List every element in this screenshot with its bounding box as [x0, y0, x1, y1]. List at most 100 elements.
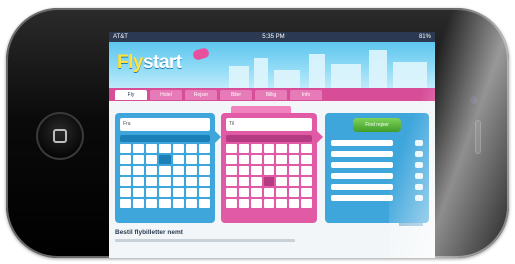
calendar-day[interactable] — [159, 166, 171, 175]
calendar-day[interactable] — [120, 199, 132, 208]
calendar-day[interactable] — [120, 177, 132, 186]
calendar-day[interactable] — [301, 166, 312, 175]
calendar-day[interactable] — [276, 144, 287, 153]
option-select[interactable] — [331, 140, 393, 146]
find-trips-button[interactable]: Find rejser — [353, 118, 401, 132]
option-select[interactable] — [331, 173, 393, 179]
calendar-day[interactable] — [251, 188, 262, 197]
calendar-day-selected[interactable] — [159, 155, 171, 164]
calendar-day[interactable] — [301, 177, 312, 186]
tab-biler[interactable]: Biler — [220, 89, 252, 100]
calendar-day[interactable] — [238, 166, 250, 175]
calendar-day[interactable] — [198, 155, 210, 164]
tab-info[interactable]: Info — [290, 89, 322, 100]
calendar-day[interactable] — [276, 177, 287, 186]
calendar-day[interactable] — [263, 199, 275, 208]
calendar-day[interactable] — [276, 155, 287, 164]
calendar-day[interactable] — [226, 144, 237, 153]
calendar-day[interactable] — [226, 188, 237, 197]
calendar-day[interactable] — [226, 199, 237, 208]
calendar-day[interactable] — [238, 177, 250, 186]
calendar-day[interactable] — [120, 166, 132, 175]
calendar-day[interactable] — [238, 199, 250, 208]
calendar-day[interactable] — [133, 155, 145, 164]
calendar-day[interactable] — [120, 144, 132, 153]
calendar-day[interactable] — [198, 199, 210, 208]
calendar-day[interactable] — [159, 144, 171, 153]
tab-billig[interactable]: Billig — [255, 89, 287, 100]
calendar-day[interactable] — [185, 199, 197, 208]
option-select[interactable] — [331, 195, 393, 201]
calendar-day[interactable] — [172, 188, 184, 197]
calendar-day[interactable] — [133, 166, 145, 175]
calendar-day[interactable] — [172, 155, 184, 164]
tab-rejser[interactable]: Rejser — [185, 89, 217, 100]
calendar-day[interactable] — [263, 155, 275, 164]
calendar-day[interactable] — [288, 155, 300, 164]
calendar-day[interactable] — [198, 166, 210, 175]
calendar-day[interactable] — [198, 188, 210, 197]
calendar-day[interactable] — [185, 144, 197, 153]
calendar-day[interactable] — [276, 188, 287, 197]
calendar-day[interactable] — [159, 177, 171, 186]
calendar-day[interactable] — [238, 144, 250, 153]
calendar-day[interactable] — [185, 188, 197, 197]
calendar-day[interactable] — [251, 155, 262, 164]
calendar-day[interactable] — [133, 177, 145, 186]
calendar-day[interactable] — [238, 188, 250, 197]
calendar-day[interactable] — [159, 199, 171, 208]
calendar-day[interactable] — [198, 144, 210, 153]
calendar-day[interactable] — [185, 177, 197, 186]
to-field[interactable]: Til — [226, 118, 312, 131]
calendar-day[interactable] — [172, 166, 184, 175]
calendar-day[interactable] — [263, 166, 275, 175]
calendar-day[interactable] — [288, 199, 300, 208]
calendar-day[interactable] — [198, 177, 210, 186]
tab-hotel[interactable]: Hotel — [150, 89, 182, 100]
calendar-day[interactable] — [251, 199, 262, 208]
calendar-day[interactable] — [276, 166, 287, 175]
calendar-day[interactable] — [251, 177, 262, 186]
calendar-day[interactable] — [146, 144, 158, 153]
calendar-day[interactable] — [120, 155, 132, 164]
calendar-day[interactable] — [146, 177, 158, 186]
option-select[interactable] — [331, 151, 393, 157]
more-link[interactable] — [399, 223, 423, 226]
calendar-day[interactable] — [120, 188, 132, 197]
calendar-day[interactable] — [172, 199, 184, 208]
calendar-day-selected[interactable] — [263, 177, 275, 186]
calendar-day[interactable] — [238, 155, 250, 164]
calendar-day[interactable] — [133, 144, 145, 153]
calendar-day[interactable] — [159, 188, 171, 197]
calendar-day[interactable] — [146, 155, 158, 164]
calendar-day[interactable] — [301, 199, 312, 208]
tab-fly[interactable]: Fly — [115, 89, 147, 100]
calendar-day[interactable] — [251, 144, 262, 153]
calendar-day[interactable] — [146, 199, 158, 208]
calendar-day[interactable] — [172, 144, 184, 153]
calendar-day[interactable] — [263, 188, 275, 197]
calendar-day[interactable] — [133, 188, 145, 197]
site-logo[interactable]: Flystart — [117, 52, 182, 74]
calendar-day[interactable] — [263, 144, 275, 153]
from-field[interactable]: Fra — [120, 118, 210, 131]
option-select[interactable] — [331, 162, 393, 168]
calendar-day[interactable] — [172, 177, 184, 186]
calendar-day[interactable] — [133, 199, 145, 208]
calendar-day[interactable] — [276, 199, 287, 208]
calendar-day[interactable] — [301, 188, 312, 197]
calendar-day[interactable] — [226, 155, 237, 164]
calendar-day[interactable] — [288, 177, 300, 186]
option-select[interactable] — [331, 184, 393, 190]
calendar-day[interactable] — [146, 188, 158, 197]
calendar-day[interactable] — [226, 166, 237, 175]
calendar-day[interactable] — [301, 155, 312, 164]
calendar-day[interactable] — [146, 166, 158, 175]
calendar-day[interactable] — [185, 166, 197, 175]
calendar-day[interactable] — [288, 188, 300, 197]
home-button[interactable] — [36, 112, 84, 160]
calendar-day[interactable] — [185, 155, 197, 164]
calendar-day[interactable] — [226, 177, 237, 186]
calendar-day[interactable] — [301, 144, 312, 153]
calendar-day[interactable] — [251, 166, 262, 175]
